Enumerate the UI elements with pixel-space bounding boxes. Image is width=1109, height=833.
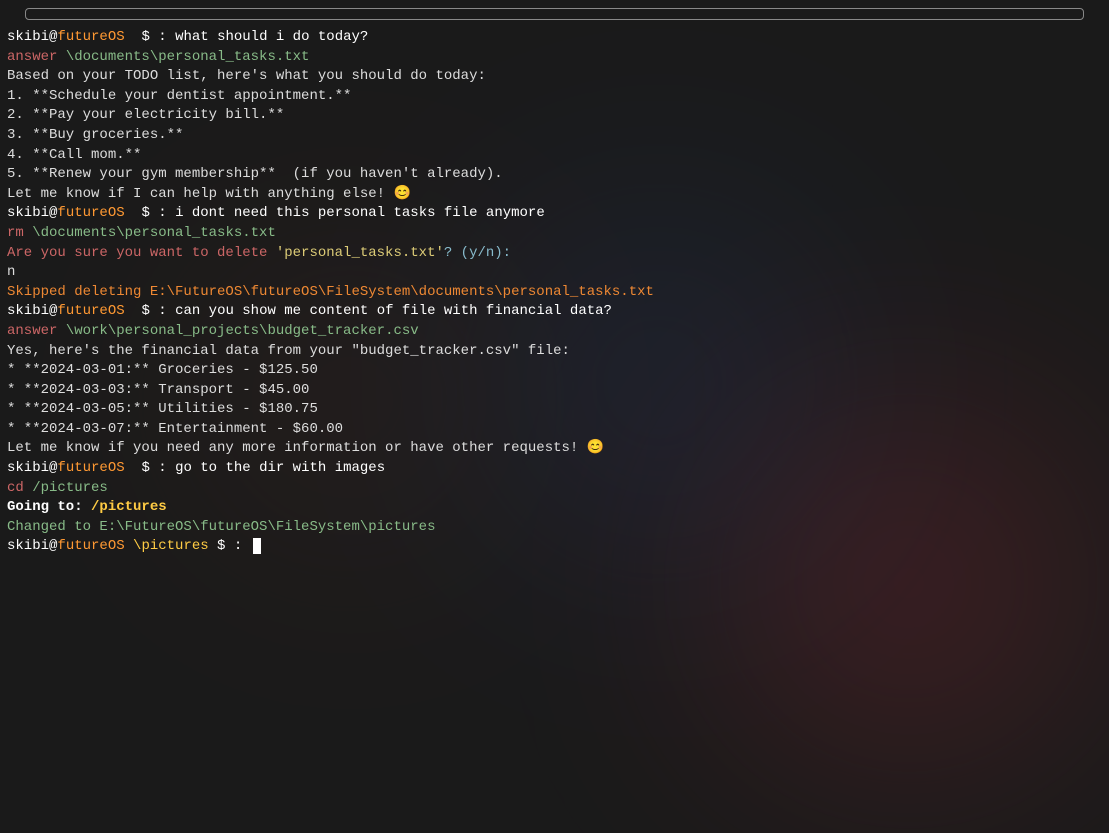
cmd-path: /pictures	[32, 480, 108, 496]
prompt-host: futureOS	[57, 29, 124, 45]
prompt-line-4: skibi@futureOS $ : go to the dir with im…	[7, 459, 1104, 479]
confirm-line: Are you sure you want to delete 'persona…	[7, 244, 1104, 264]
confirm-answer: n	[7, 263, 1104, 283]
prompt-sep: $ :	[125, 29, 175, 45]
cmd-line-2: rm \documents\personal_tasks.txt	[7, 224, 1104, 244]
prompt-host: futureOS	[57, 205, 124, 221]
cmd-line-3: answer \work\personal_projects\budget_tr…	[7, 322, 1104, 342]
response-line: * **2024-03-01:** Groceries - $125.50	[7, 361, 1104, 381]
response-line: Based on your TODO list, here's what you…	[7, 67, 1104, 87]
prompt-user: skibi@	[7, 460, 57, 476]
prompt-line-2: skibi@futureOS $ : i dont need this pers…	[7, 204, 1104, 224]
prompt-user: skibi@	[7, 205, 57, 221]
going-to-line: Going to: /pictures	[7, 498, 1104, 518]
confirm-pre: Are you sure you want to delete	[7, 245, 276, 261]
prompt-sep: $ :	[125, 303, 175, 319]
prompt-user: skibi@	[7, 29, 57, 45]
top-input-border	[25, 8, 1084, 20]
response-line: Let me know if you need any more informa…	[7, 439, 1104, 459]
response-line: 5. **Renew your gym membership** (if you…	[7, 165, 1104, 185]
prompt-host: futureOS	[57, 460, 124, 476]
prompt-cwd: \pictures	[125, 538, 209, 554]
prompt-sep: $ :	[125, 460, 175, 476]
response-line: * **2024-03-03:** Transport - $45.00	[7, 381, 1104, 401]
response-line: Yes, here's the financial data from your…	[7, 342, 1104, 362]
cmd-path: \documents\personal_tasks.txt	[32, 225, 276, 241]
cmd-name: rm	[7, 225, 32, 241]
response-line: 1. **Schedule your dentist appointment.*…	[7, 87, 1104, 107]
cmd-path: \documents\personal_tasks.txt	[66, 49, 310, 65]
response-line: 3. **Buy groceries.**	[7, 126, 1104, 146]
cursor-icon	[253, 538, 261, 554]
confirm-suf: ? (y/n):	[444, 245, 511, 261]
terminal-output[interactable]: skibi@futureOS $ : what should i do toda…	[5, 28, 1104, 557]
user-input-2: i dont need this personal tasks file any…	[175, 205, 545, 221]
prompt-user: skibi@	[7, 303, 57, 319]
prompt-line-3: skibi@futureOS $ : can you show me conte…	[7, 302, 1104, 322]
response-line: 4. **Call mom.**	[7, 146, 1104, 166]
cmd-name: answer	[7, 49, 66, 65]
cmd-line-4: cd /pictures	[7, 479, 1104, 499]
response-line: * **2024-03-05:** Utilities - $180.75	[7, 400, 1104, 420]
skipped-line: Skipped deleting E:\FutureOS\futureOS\Fi…	[7, 283, 1104, 303]
response-line: * **2024-03-07:** Entertainment - $60.00	[7, 420, 1104, 440]
prompt-host: futureOS	[57, 303, 124, 319]
prompt-line-active[interactable]: skibi@futureOS \pictures $ :	[7, 537, 1104, 557]
cmd-path: \work\personal_projects\budget_tracker.c…	[66, 323, 419, 339]
prompt-line-1: skibi@futureOS $ : what should i do toda…	[7, 28, 1104, 48]
changed-line: Changed to E:\FutureOS\futureOS\FileSyst…	[7, 518, 1104, 538]
prompt-user: skibi@	[7, 538, 57, 554]
user-input-1: what should i do today?	[175, 29, 368, 45]
going-pre: Going to:	[7, 499, 91, 515]
cmd-line-1: answer \documents\personal_tasks.txt	[7, 48, 1104, 68]
response-line: Let me know if I can help with anything …	[7, 185, 1104, 205]
confirm-file: 'personal_tasks.txt'	[276, 245, 444, 261]
cmd-name: cd	[7, 480, 32, 496]
prompt-sep: $ :	[209, 538, 251, 554]
prompt-host: futureOS	[57, 538, 124, 554]
cmd-name: answer	[7, 323, 66, 339]
going-path: /pictures	[91, 499, 167, 515]
user-input-4: go to the dir with images	[175, 460, 385, 476]
prompt-sep: $ :	[125, 205, 175, 221]
user-input-3: can you show me content of file with fin…	[175, 303, 612, 319]
response-line: 2. **Pay your electricity bill.**	[7, 106, 1104, 126]
